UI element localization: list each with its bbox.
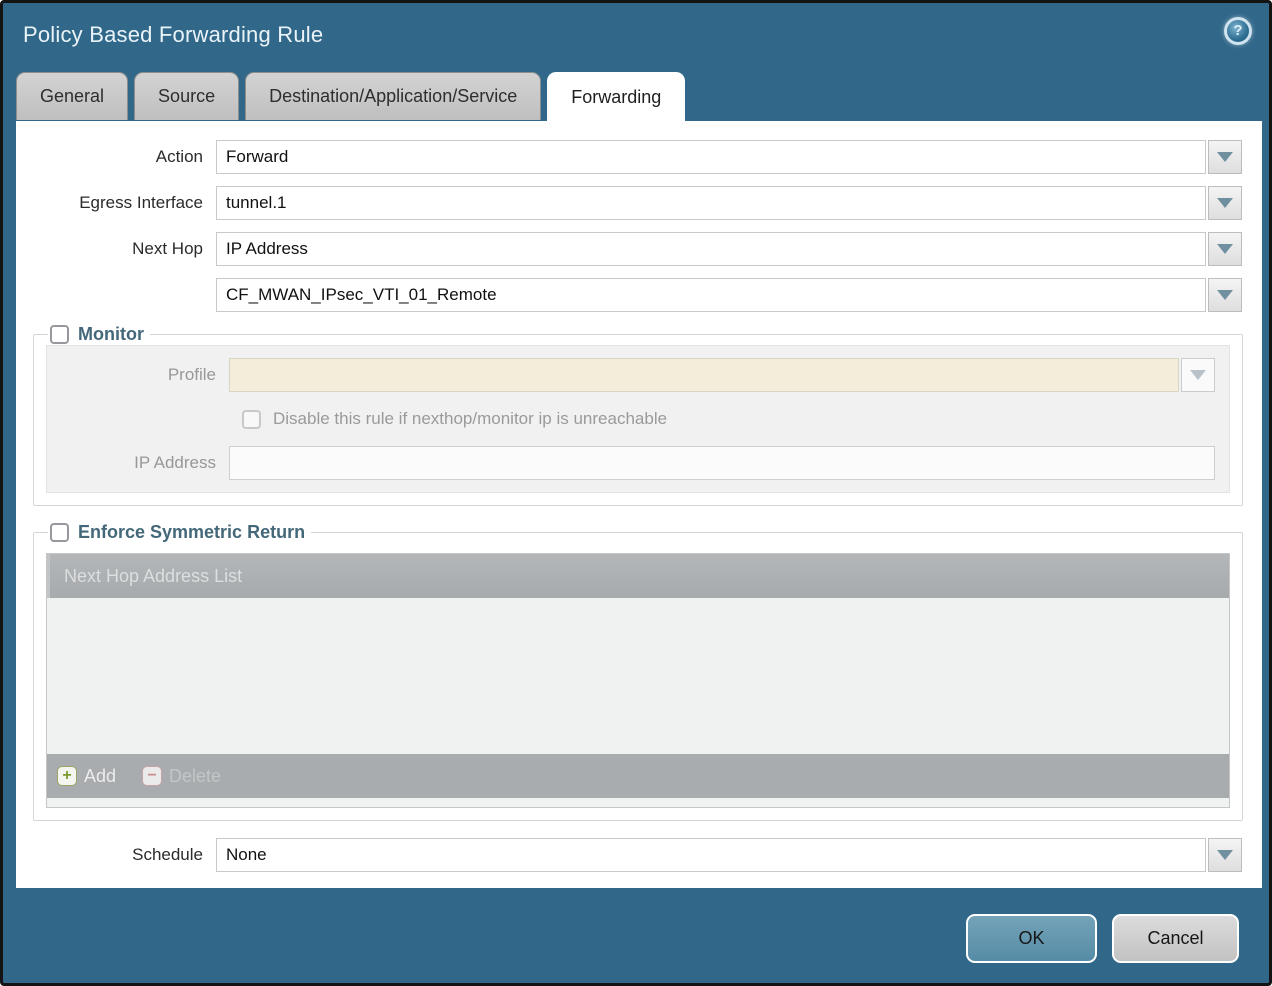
schedule-label: Schedule [16,845,216,865]
tab-general[interactable]: General [16,72,128,120]
tab-strip: General Source Destination/Application/S… [16,72,691,121]
chevron-down-icon [1190,370,1206,380]
chevron-down-icon [1217,198,1233,208]
profile-value [229,358,1179,392]
add-button-label: Add [84,766,116,787]
egress-interface-row: Egress Interface tunnel.1 [16,186,1242,220]
disable-rule-row: Disable this rule if nexthop/monitor ip … [47,404,1215,434]
monitor-ip-address-input [229,446,1215,480]
cancel-button[interactable]: Cancel [1112,914,1239,963]
monitor-ip-address-row: IP Address [47,446,1215,480]
next-hop-address-list-toolbar: + Add − Delete [47,754,1229,798]
add-button[interactable]: + Add [57,766,116,787]
egress-interface-label: Egress Interface [16,193,216,213]
egress-interface-combo: tunnel.1 [216,186,1242,220]
schedule-dropdown-button[interactable] [1208,838,1242,872]
chevron-down-icon [1217,850,1233,860]
action-value[interactable]: Forward [216,140,1206,174]
chevron-down-icon [1217,244,1233,254]
monitor-legend: Monitor [48,324,150,345]
pbf-rule-dialog: Policy Based Forwarding Rule ? General S… [0,0,1272,986]
minus-icon: − [142,766,162,786]
tab-destination-application-service[interactable]: Destination/Application/Service [245,72,541,120]
profile-dropdown-button [1181,358,1215,392]
action-dropdown-button[interactable] [1208,140,1242,174]
schedule-row: Schedule None [16,838,1242,872]
tab-forwarding[interactable]: Forwarding [547,72,685,121]
forwarding-tab-panel: Action Forward Egress Interface tunnel.1… [16,121,1262,888]
enforce-symmetric-return-checkbox[interactable] [50,523,69,542]
monitor-section: Monitor Profile Disable this rule if ne [33,324,1243,506]
next-hop-value[interactable]: IP Address [216,232,1206,266]
egress-interface-value[interactable]: tunnel.1 [216,186,1206,220]
ok-button[interactable]: OK [966,914,1097,963]
delete-button-label: Delete [169,766,221,787]
action-row: Action Forward [16,140,1242,174]
monitor-checkbox[interactable] [50,325,69,344]
profile-label: Profile [47,365,229,385]
next-hop-label: Next Hop [16,239,216,259]
profile-row: Profile [47,358,1215,392]
plus-icon: + [57,766,77,786]
tab-source[interactable]: Source [134,72,239,120]
next-hop-address-list-header: Next Hop Address List [47,554,1229,598]
next-hop-combo: IP Address [216,232,1242,266]
enforce-symmetric-return-title: Enforce Symmetric Return [78,522,305,543]
monitor-title: Monitor [78,324,144,345]
next-hop-address-dropdown-button[interactable] [1208,278,1242,312]
enforce-symmetric-return-section: Enforce Symmetric Return Next Hop Addres… [33,522,1243,821]
next-hop-row: Next Hop IP Address [16,232,1242,266]
dialog-footer: OK Cancel [966,914,1239,963]
enforce-symmetric-return-legend: Enforce Symmetric Return [48,522,311,543]
title-bar: Policy Based Forwarding Rule ? [3,3,1269,71]
next-hop-address-row: CF_MWAN_IPsec_VTI_01_Remote [16,278,1242,312]
action-label: Action [16,147,216,167]
chevron-down-icon [1217,152,1233,162]
help-icon[interactable]: ? [1224,17,1252,45]
next-hop-address-list-body[interactable] [47,598,1229,754]
disable-rule-checkbox [242,410,261,429]
chevron-down-icon [1217,290,1233,300]
schedule-value[interactable]: None [216,838,1206,872]
next-hop-address-combo: CF_MWAN_IPsec_VTI_01_Remote [216,278,1242,312]
table-bottom-strip [47,798,1229,807]
action-combo: Forward [216,140,1242,174]
next-hop-address-table: Next Hop Address List + Add − Delete [46,553,1230,808]
egress-interface-dropdown-button[interactable] [1208,186,1242,220]
next-hop-address-value[interactable]: CF_MWAN_IPsec_VTI_01_Remote [216,278,1206,312]
next-hop-dropdown-button[interactable] [1208,232,1242,266]
delete-button: − Delete [142,766,221,787]
dialog-title: Policy Based Forwarding Rule [23,22,323,48]
profile-combo [229,358,1215,392]
disable-rule-label: Disable this rule if nexthop/monitor ip … [273,409,667,429]
monitor-ip-address-label: IP Address [47,453,229,473]
monitor-panel: Profile Disable this rule if nexthop/mon… [46,345,1230,493]
schedule-combo: None [216,838,1242,872]
